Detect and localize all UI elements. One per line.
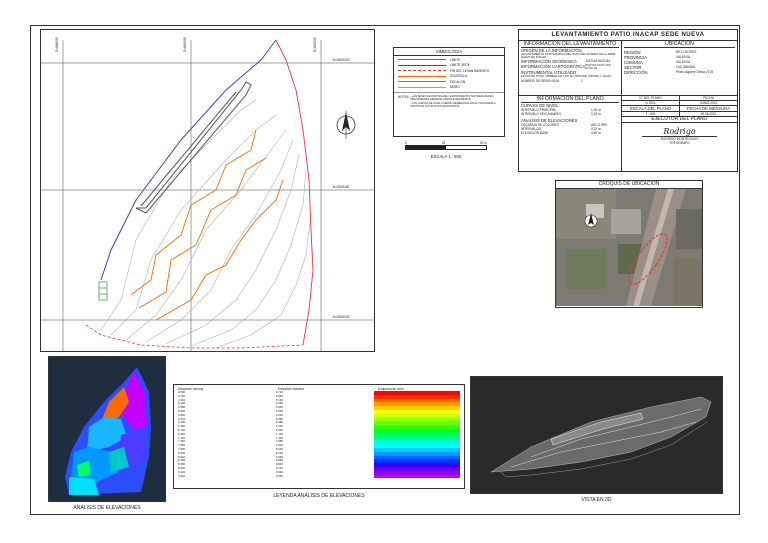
- int-secundario-label: INTERVALO SECUNDARIO: [521, 112, 561, 116]
- legend-swatch: [398, 81, 446, 83]
- bm-value: 1: [581, 78, 583, 83]
- elev-color-swatch: [373, 474, 461, 479]
- note-1: - LAS BASES DE PARTIDA DEL LEVANTAMIENTO…: [410, 95, 494, 101]
- fecha-value: JUNIO 2021: [699, 101, 718, 105]
- view-3d-panel: [470, 376, 723, 494]
- elev-max-column: 4.720 4.940 5.160 5.380 5.600 5.820 6.040 6.260…: [275, 390, 374, 478]
- carto-value: PROYECCIÓN UTM HUSO 18: [585, 63, 611, 71]
- north-arrow-icon: [336, 111, 356, 139]
- legend-label: SOLERILLA: [450, 74, 468, 79]
- location-header: UBICACIÓN: [624, 41, 735, 48]
- grid-label-top-3: E=649050: [313, 37, 317, 52]
- legend-swatch: [398, 75, 446, 77]
- elevation-caption: ANÁLISIS DE ELEVACIONES: [73, 505, 141, 511]
- notes-label: NOTAS :: [398, 95, 411, 99]
- grid-label-right-3: N=5591100: [333, 315, 350, 319]
- legend-label: LÍMITE: [450, 57, 461, 62]
- signature: Rodrigo: [663, 127, 696, 136]
- legend-box: SIMBOLOGIA LÍMITE LÍMITE SEDE FIN DEL LEVA…: [393, 47, 505, 137]
- note-2: - LAS CURVAS DE NIVEL FUERON GENERADAS E…: [410, 102, 496, 108]
- scale-tick-1: 15: [441, 141, 446, 145]
- croquis-aerial-image: [556, 189, 702, 306]
- ejecutor-header: EJECUTOR DEL PLANO: [622, 117, 737, 123]
- plano-header: INFORMACION DEL PLANO: [521, 96, 619, 103]
- view-3d-render: [490, 396, 712, 478]
- elev-max-value: 9.560: [275, 473, 283, 478]
- fecha-mensura-label: FECHA DE MENSURA: [686, 106, 731, 111]
- scale-tick-0: 0: [405, 141, 407, 145]
- grid-label-top-1: E=648950: [55, 37, 59, 52]
- croquis-box: CROQUIS DE UBICACIÓN: [555, 180, 703, 308]
- legend-title: SIMBOLOGIA: [394, 48, 504, 56]
- scale-bar: 0 15 30 m ESCALA 1 : 600: [405, 141, 487, 159]
- elevation-map: [65, 367, 151, 495]
- legend-label: MURO: [450, 85, 460, 90]
- legend-label: ESCALÓN: [450, 79, 466, 84]
- legend-label: LÍMITE SEDE: [450, 63, 470, 68]
- legend-item: MURO: [398, 85, 500, 91]
- bm-label: NÚMERO DE BENCH B.M.: [521, 78, 560, 83]
- legend-items: LÍMITE LÍMITE SEDE FIN DEL LEVANTAMIENTO SO…: [394, 56, 504, 91]
- croquis-title: CROQUIS DE UBICACIÓN: [556, 181, 702, 189]
- elev-min-value: 9.340: [178, 473, 185, 478]
- plan-view: E=648950 E=649000 E=649050 N=5591200 N=5…: [40, 29, 375, 352]
- direccion-label: DIRECCIÓN: [624, 70, 648, 75]
- elev-base-label: ELEVACIÓN BASE: [521, 131, 549, 135]
- escala-label: ESCALA DEL PLANO: [622, 106, 680, 111]
- elev-color-column: [373, 391, 461, 479]
- grid-label-top-2: E=649000: [183, 37, 187, 52]
- n-plano-value: 1/ 2021: [622, 101, 680, 105]
- legend-swatch: [398, 59, 446, 61]
- legend-swatch: [398, 64, 446, 66]
- scale-tick-2: 30 m: [479, 141, 487, 145]
- ejecutor-role: TOPOGRAFO: [669, 141, 690, 145]
- grid-label-right-1: N=5591200: [333, 58, 350, 62]
- elev-min-column: 4.500 4.720 4.940 5.160 5.380 5.600 5.820 6.040…: [178, 390, 276, 478]
- title-block: LEVANTAMIENTO PATIO INACAP SEDE NUEVA IN…: [518, 29, 738, 172]
- fecha-label: FECHA: [703, 96, 714, 100]
- elev-base-value: 4.50 m: [591, 131, 601, 135]
- elevation-legend-panel: Elevación mínima Elevación máxima Esquem…: [173, 384, 465, 489]
- n-plano-label: N° DEL PLANO: [622, 96, 680, 100]
- legend-swatch: [398, 86, 446, 88]
- view-3d-caption: VISTA EN 3D: [581, 497, 612, 503]
- legend-swatch: [398, 70, 446, 72]
- legend-label: FIN DEL LEVANTAMIENTO: [450, 68, 490, 73]
- direccion-value: Pedro Aguirre Cerda 2715: [676, 70, 714, 74]
- int-secundario-value: 0.20 m: [591, 112, 601, 116]
- grid-label-right-2: N=5591150: [333, 185, 350, 189]
- elevation-analysis-panel: [48, 356, 166, 502]
- plan-drawing: [41, 39, 374, 351]
- elevation-legend-caption: LEYENDA ANÁLISIS DE ELEVACIONES: [273, 493, 365, 499]
- title: LEVANTAMIENTO PATIO INACAP SEDE NUEVA: [519, 30, 737, 41]
- info-header: INFORMACION DEL LEVANTAMIENTO: [521, 41, 619, 48]
- scale-text: ESCALA 1 : 600: [430, 154, 462, 159]
